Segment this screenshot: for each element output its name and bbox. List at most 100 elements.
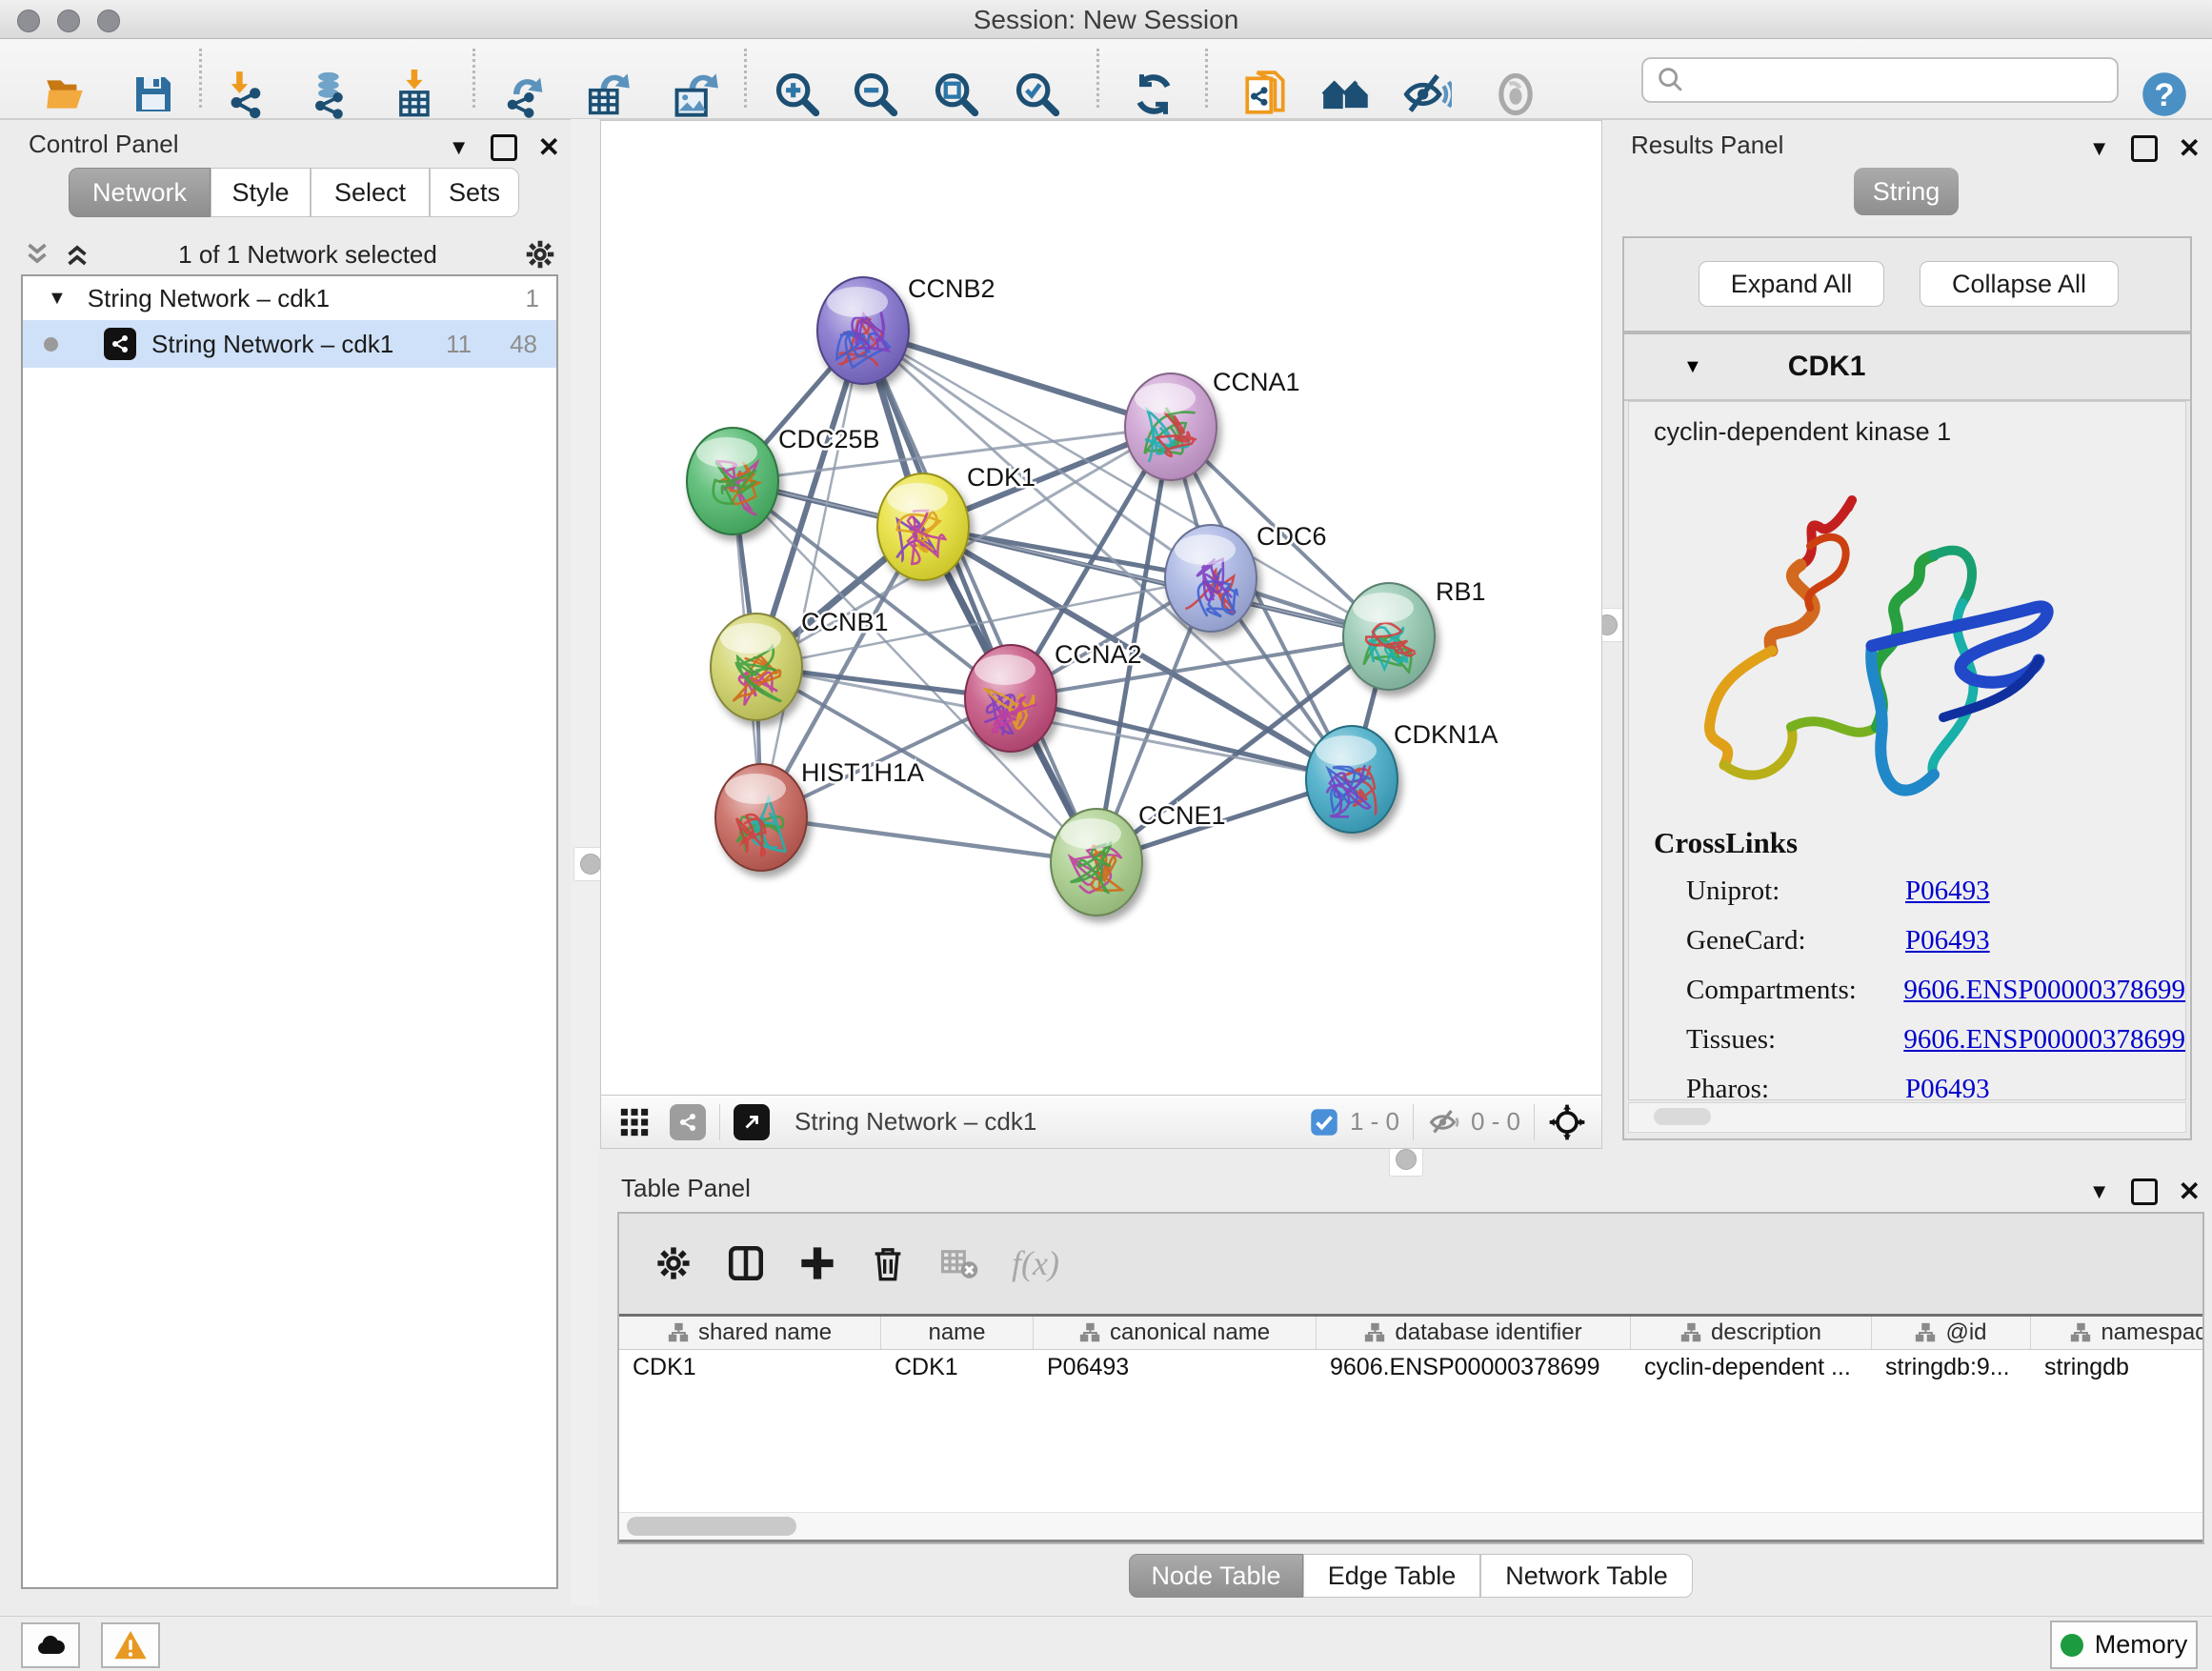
network-node-CCNA1[interactable] xyxy=(1125,373,1217,480)
column-header-canonical-name[interactable]: canonical name xyxy=(1034,1317,1317,1349)
help-button[interactable]: ? xyxy=(2138,68,2191,121)
table-cell[interactable]: 9606.ENSP00000378699 xyxy=(1317,1350,1631,1384)
scrollbar-thumb[interactable] xyxy=(627,1517,796,1536)
network-node-CCNB1[interactable] xyxy=(711,614,802,720)
tab-style[interactable]: Style xyxy=(211,168,311,217)
network-node-CDKN1A[interactable] xyxy=(1306,726,1398,833)
table-horizontal-scrollbar[interactable] xyxy=(619,1512,2202,1540)
network-edge-CCNA2-CDKN1A[interactable] xyxy=(1011,698,1352,779)
hidden-eye-slash-icon[interactable] xyxy=(1427,1105,1461,1139)
expand-all-button[interactable]: Expand All xyxy=(1699,261,1884,307)
open-in-new-window-icon[interactable] xyxy=(734,1104,770,1140)
panel-close-icon[interactable]: ✕ xyxy=(2179,1176,2201,1207)
collapse-all-chevrons-icon[interactable] xyxy=(21,238,53,271)
column-header-description[interactable]: description xyxy=(1631,1317,1872,1349)
column-header-namespace[interactable]: namespace xyxy=(2031,1317,2202,1349)
open-session-button[interactable] xyxy=(40,68,93,121)
panel-menu-caret-icon[interactable]: ▼ xyxy=(449,135,470,160)
refresh-button[interactable] xyxy=(1127,68,1180,121)
network-edge-HIST1H1A-CCNE1[interactable] xyxy=(761,817,1096,862)
panel-float-icon[interactable] xyxy=(2131,1178,2158,1205)
table-cell[interactable]: CDK1 xyxy=(881,1350,1034,1384)
gear-icon[interactable] xyxy=(522,236,558,272)
network-node-CDC6[interactable] xyxy=(1165,525,1257,632)
delete-column-trash-icon[interactable] xyxy=(869,1244,907,1282)
show-columns-icon[interactable] xyxy=(726,1243,766,1283)
crosslink-link[interactable]: P06493 xyxy=(1905,925,1990,956)
string-network-badge-icon[interactable] xyxy=(670,1104,706,1140)
warnings-button[interactable] xyxy=(101,1622,160,1668)
tab-edge-table[interactable]: Edge Table xyxy=(1303,1554,1480,1598)
crosslink-link[interactable]: 9606.ENSP00000378699 xyxy=(1903,1024,2185,1056)
table-gear-icon[interactable] xyxy=(654,1243,694,1283)
tab-node-table[interactable]: Node Table xyxy=(1129,1554,1303,1598)
hide-selected-eye-slash-icon[interactable] xyxy=(1400,68,1454,121)
show-all-eye-icon[interactable] xyxy=(1489,68,1542,121)
network-node-CDK1[interactable] xyxy=(877,473,969,580)
network-node-CDC25B[interactable] xyxy=(687,428,778,534)
cloud-status-button[interactable] xyxy=(21,1622,80,1668)
tab-network-table[interactable]: Network Table xyxy=(1480,1554,1693,1598)
results-scrollbar[interactable] xyxy=(1628,1102,2186,1133)
import-network-database-button[interactable] xyxy=(304,68,357,121)
network-collection-row[interactable]: ▼ String Network – cdk1 1 xyxy=(23,276,556,320)
tab-select[interactable]: Select xyxy=(311,168,430,217)
panel-float-icon[interactable] xyxy=(2131,135,2158,162)
export-table-button[interactable] xyxy=(580,68,633,121)
delete-table-icon[interactable] xyxy=(939,1243,979,1283)
panel-close-icon[interactable]: ✕ xyxy=(2179,132,2201,164)
table-cell[interactable]: cyclin-dependent ... xyxy=(1631,1350,1872,1384)
tab-string[interactable]: String xyxy=(1854,168,1959,215)
tab-network[interactable]: Network xyxy=(69,168,211,217)
search-input[interactable] xyxy=(1695,65,2117,96)
zoom-out-button[interactable] xyxy=(849,68,902,121)
import-table-file-button[interactable] xyxy=(389,68,442,121)
table-row[interactable]: CDK1CDK1P064939606.ENSP00000378699cyclin… xyxy=(619,1350,2202,1384)
zoom-fit-button[interactable] xyxy=(930,68,983,121)
tab-sets[interactable]: Sets xyxy=(430,168,519,217)
panel-float-icon[interactable] xyxy=(491,134,517,161)
table-cell[interactable]: P06493 xyxy=(1034,1350,1317,1384)
network-node-CCNB2[interactable] xyxy=(817,277,909,384)
export-image-button[interactable] xyxy=(669,68,722,121)
network-node-CCNA2[interactable] xyxy=(965,645,1056,752)
selected-checkbox-icon[interactable] xyxy=(1310,1108,1338,1137)
section-collapse-caret-icon[interactable]: ▼ xyxy=(1683,356,1702,378)
collapse-all-button[interactable]: Collapse All xyxy=(1920,261,2119,307)
crosslink-link[interactable]: 9606.ENSP00000378699 xyxy=(1903,975,2185,1006)
zoom-in-button[interactable] xyxy=(771,68,824,121)
panel-menu-caret-icon[interactable]: ▼ xyxy=(2089,1179,2110,1204)
network-node-RB1[interactable] xyxy=(1343,583,1435,690)
memory-button[interactable]: Memory xyxy=(2050,1621,2198,1669)
export-network-button[interactable] xyxy=(499,68,553,121)
grid-view-icon[interactable] xyxy=(618,1106,651,1138)
copy-network-icon[interactable] xyxy=(1238,68,1292,121)
network-graph[interactable]: CCNB2CCNA1CDC25BCDK1CDC6RB1CCNB1CCNA2CDK… xyxy=(601,121,1599,1094)
table-cell[interactable]: stringdb xyxy=(2031,1350,2202,1384)
column-header-database-identifier[interactable]: database identifier xyxy=(1317,1317,1631,1349)
panel-close-icon[interactable]: ✕ xyxy=(538,131,560,163)
column-header-shared-name[interactable]: shared name xyxy=(619,1317,881,1349)
protein-section-header[interactable]: ▼ CDK1 xyxy=(1624,334,2190,401)
column-header--id[interactable]: @id xyxy=(1872,1317,2031,1349)
crosslink-link[interactable]: P06493 xyxy=(1905,876,1990,907)
crosslink-link[interactable]: P06493 xyxy=(1905,1074,1990,1101)
zoom-selected-button[interactable] xyxy=(1011,68,1064,121)
expand-all-chevrons-icon[interactable] xyxy=(61,238,93,271)
fit-center-crosshair-icon[interactable] xyxy=(1548,1103,1586,1141)
network-row-selected[interactable]: String Network – cdk1 11 48 xyxy=(23,320,556,368)
network-edge-CCNB2-HIST1H1A[interactable] xyxy=(761,331,863,817)
table-cell[interactable]: CDK1 xyxy=(619,1350,881,1384)
network-node-HIST1H1A[interactable] xyxy=(715,764,807,871)
add-column-icon[interactable] xyxy=(798,1244,836,1282)
function-builder-button[interactable]: f(x) xyxy=(1012,1243,1059,1283)
save-session-button[interactable] xyxy=(127,68,180,121)
collection-expand-caret-icon[interactable]: ▼ xyxy=(48,288,67,310)
network-node-CCNE1[interactable] xyxy=(1051,809,1142,916)
table-cell[interactable]: stringdb:9... xyxy=(1872,1350,2031,1384)
column-header-name[interactable]: name xyxy=(881,1317,1034,1349)
panel-menu-caret-icon[interactable]: ▼ xyxy=(2089,136,2110,161)
import-network-file-button[interactable] xyxy=(220,68,273,121)
home-icon[interactable] xyxy=(1319,68,1373,121)
network-edge-CCNB2-CCNA1[interactable] xyxy=(863,331,1171,427)
